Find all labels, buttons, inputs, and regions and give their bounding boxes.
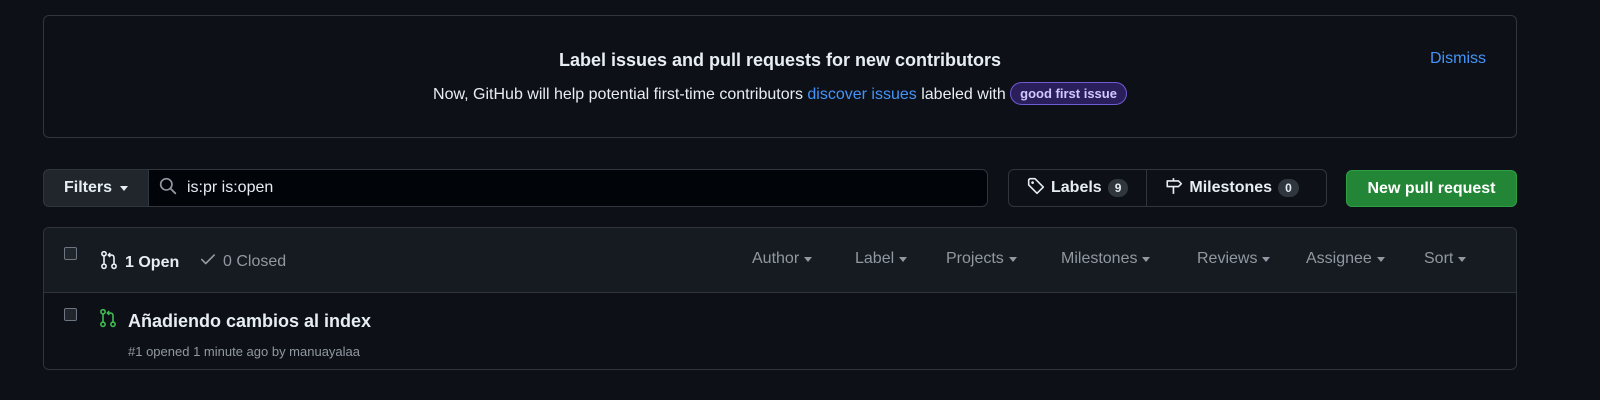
pull-request-meta: #1 opened 1 minute ago by manuayalaa bbox=[128, 344, 361, 359]
chevron-down-icon bbox=[899, 256, 908, 262]
banner-text-before: Now, GitHub will help potential first-ti… bbox=[433, 86, 808, 103]
banner-text-after: labeled with bbox=[916, 86, 1011, 103]
row-checkbox[interactable] bbox=[64, 308, 77, 321]
search-input[interactable] bbox=[187, 179, 947, 197]
open-tab[interactable]: 1 Open bbox=[99, 250, 179, 275]
chevron-down-icon bbox=[120, 185, 128, 191]
assignee-filter-label: Assignee bbox=[1306, 250, 1372, 267]
open-count: 1 Open bbox=[125, 253, 180, 271]
labels-button[interactable]: Labels 9 bbox=[1009, 170, 1146, 206]
milestones-label: Milestones bbox=[1189, 179, 1273, 196]
tag-icon bbox=[1027, 177, 1045, 200]
sort-filter[interactable]: Sort bbox=[1424, 250, 1467, 268]
list-header: 1 Open 0 Closed Author Label Projects Mi… bbox=[44, 228, 1516, 293]
chevron-down-icon bbox=[1142, 256, 1151, 262]
closed-tab[interactable]: 0 Closed bbox=[199, 250, 286, 273]
pull-request-icon bbox=[99, 250, 119, 275]
chevron-down-icon bbox=[804, 256, 813, 262]
chevron-down-icon bbox=[1458, 256, 1467, 262]
closed-count: 0 Closed bbox=[223, 252, 287, 270]
pull-request-row[interactable]: Añadiendo cambios al index #1 opened 1 m… bbox=[44, 293, 1516, 369]
milestones-button[interactable]: Milestones 0 bbox=[1146, 170, 1316, 206]
labels-label: Labels bbox=[1051, 179, 1102, 196]
labels-milestones-group: Labels 9 Milestones 0 bbox=[1008, 169, 1327, 207]
milestones-count: 0 bbox=[1278, 179, 1299, 197]
projects-filter-label: Projects bbox=[946, 250, 1004, 267]
pull-request-title[interactable]: Añadiendo cambios al index bbox=[128, 311, 371, 332]
chevron-down-icon bbox=[1262, 256, 1271, 262]
labels-count: 9 bbox=[1107, 179, 1129, 197]
open-pull-request-icon bbox=[98, 308, 118, 333]
chevron-down-icon bbox=[1376, 256, 1385, 262]
label-filter-label: Label bbox=[855, 250, 895, 267]
sort-filter-label: Sort bbox=[1424, 250, 1454, 267]
dismiss-link[interactable]: Dismiss bbox=[1430, 50, 1486, 68]
new-pull-request-button[interactable]: New pull request bbox=[1346, 170, 1517, 207]
search-icon bbox=[159, 177, 177, 200]
assignee-filter[interactable]: Assignee bbox=[1306, 250, 1385, 268]
good-first-issue-label[interactable]: good first issue bbox=[1010, 82, 1127, 105]
discover-issues-link[interactable]: discover issues bbox=[807, 86, 916, 103]
filters-label: Filters bbox=[63, 179, 112, 196]
author-filter[interactable]: Author bbox=[752, 250, 813, 268]
milestones-filter[interactable]: Milestones bbox=[1061, 250, 1151, 268]
banner-text: Now, GitHub will help potential first-ti… bbox=[44, 82, 1516, 105]
projects-filter[interactable]: Projects bbox=[946, 250, 1017, 268]
reviews-filter[interactable]: Reviews bbox=[1197, 250, 1271, 268]
new-contributors-banner: Label issues and pull requests for new c… bbox=[43, 15, 1517, 138]
reviews-filter-label: Reviews bbox=[1197, 250, 1258, 267]
pull-request-list: 1 Open 0 Closed Author Label Projects Mi… bbox=[43, 227, 1517, 370]
label-filter[interactable]: Label bbox=[855, 250, 908, 268]
author-filter-label: Author bbox=[752, 250, 800, 267]
filters-button[interactable]: Filters bbox=[43, 169, 149, 207]
chevron-down-icon bbox=[1008, 256, 1017, 262]
milestones-filter-label: Milestones bbox=[1061, 250, 1138, 267]
check-icon bbox=[199, 250, 217, 273]
select-all-checkbox[interactable] bbox=[64, 247, 77, 260]
search-box[interactable] bbox=[148, 169, 988, 207]
banner-title: Label issues and pull requests for new c… bbox=[558, 50, 1002, 70]
milestone-icon bbox=[1165, 177, 1183, 200]
